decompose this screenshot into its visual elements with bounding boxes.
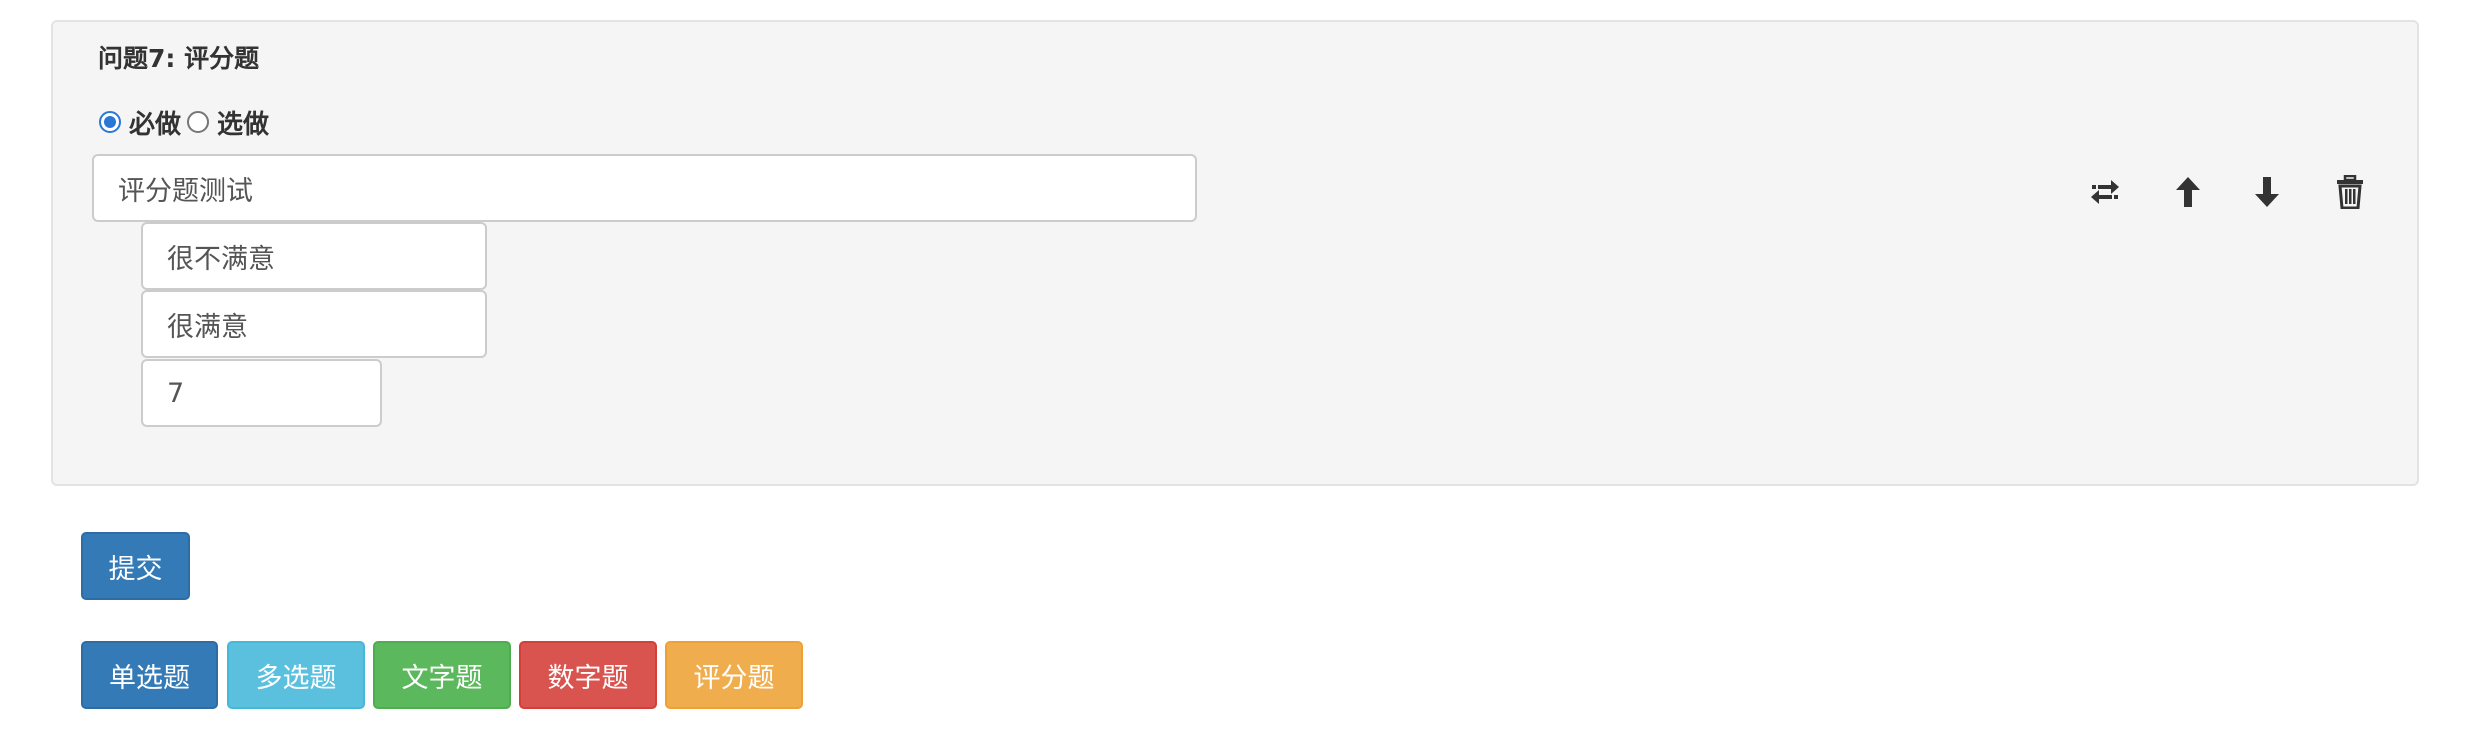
high-label-input[interactable]: 很满意 bbox=[141, 290, 487, 358]
trash-icon bbox=[2337, 175, 2363, 209]
required-radio-group: 必做 选做 bbox=[99, 104, 275, 140]
swap-button[interactable] bbox=[2083, 170, 2127, 214]
delete-button[interactable] bbox=[2328, 170, 2372, 214]
arrow-down-icon bbox=[2255, 177, 2279, 207]
question-text-input[interactable]: 评分题测试 bbox=[92, 154, 1197, 222]
submit-button[interactable]: 提交 bbox=[81, 532, 190, 600]
optional-radio[interactable] bbox=[187, 111, 210, 133]
optional-label: 选做 bbox=[217, 109, 270, 140]
swap-icon bbox=[2091, 180, 2119, 204]
add-single-choice-button[interactable]: 单选题 bbox=[81, 641, 218, 709]
required-radio[interactable] bbox=[99, 111, 121, 133]
move-down-button[interactable] bbox=[2245, 170, 2289, 214]
add-rating-question-button[interactable]: 评分题 bbox=[665, 641, 803, 709]
add-multi-choice-button[interactable]: 多选题 bbox=[227, 641, 365, 709]
scale-input[interactable]: 7 bbox=[141, 359, 382, 427]
low-label-input[interactable]: 很不满意 bbox=[141, 222, 487, 290]
add-number-question-button[interactable]: 数字题 bbox=[519, 641, 657, 709]
move-up-button[interactable] bbox=[2166, 170, 2210, 214]
add-text-question-button[interactable]: 文字题 bbox=[373, 641, 511, 709]
required-label: 必做 bbox=[129, 109, 182, 140]
arrow-up-icon bbox=[2176, 177, 2200, 207]
question-title: 问题7: 评分题 bbox=[98, 44, 260, 73]
